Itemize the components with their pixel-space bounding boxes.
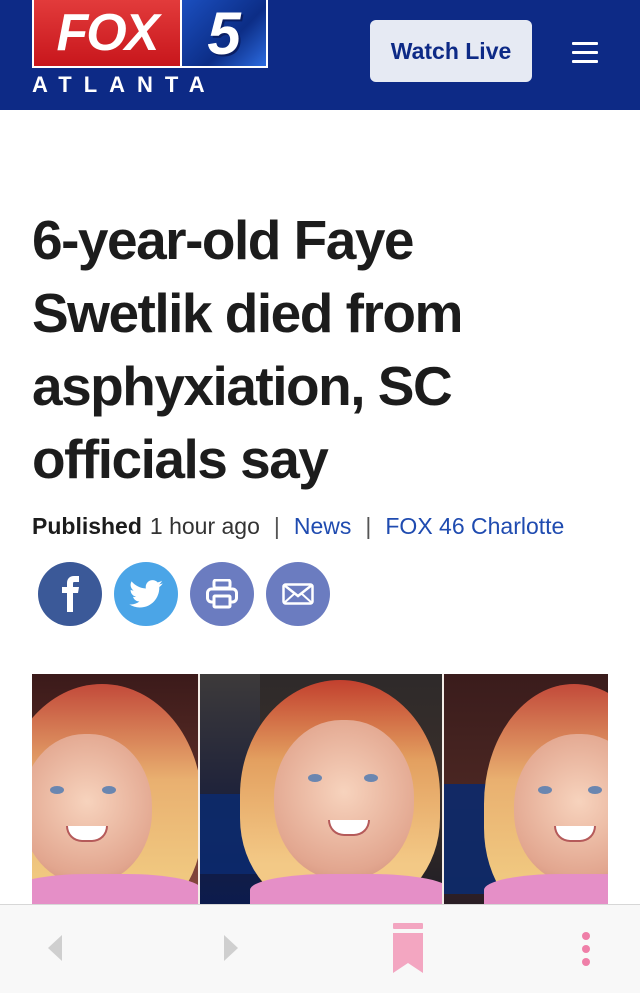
- photo-panel-right: [444, 674, 608, 904]
- logo-city-text: ATLANTA: [32, 72, 217, 97]
- twitter-icon: [129, 580, 163, 608]
- print-share-button[interactable]: [190, 562, 254, 626]
- facebook-icon: [62, 576, 79, 612]
- logo-brand-text: FOX: [56, 4, 160, 62]
- photo-panel-left: [32, 674, 200, 904]
- article-photo[interactable]: [32, 674, 608, 904]
- published-label: Published: [32, 512, 142, 539]
- email-share-button[interactable]: [266, 562, 330, 626]
- facebook-share-button[interactable]: [38, 562, 102, 626]
- article-headline: 6-year-old Faye Swetlik died from asphyx…: [32, 209, 463, 490]
- byline-separator: |: [365, 512, 372, 539]
- print-icon: [206, 579, 238, 609]
- logo-channel-number: 5: [207, 0, 241, 67]
- email-icon: [282, 583, 314, 605]
- source-link[interactable]: FOX 46 Charlotte: [385, 513, 564, 540]
- logo-channel-block: 5: [182, 0, 268, 68]
- bookmark-icon[interactable]: [391, 923, 425, 980]
- watch-live-button[interactable]: Watch Live: [370, 20, 532, 82]
- back-arrow-icon[interactable]: [44, 933, 64, 968]
- bottom-toolbar: [0, 904, 640, 993]
- photo-panel-center: [200, 674, 444, 904]
- published-time: 1 hour ago: [149, 512, 260, 539]
- twitter-share-button[interactable]: [114, 562, 178, 626]
- more-options-icon[interactable]: [578, 931, 594, 972]
- article-byline: Published 1 hour ago | News | FOX 46 Cha…: [32, 511, 632, 541]
- byline-separator: |: [273, 512, 280, 539]
- site-header: FOX 5 ATLANTA Watch Live: [0, 0, 640, 110]
- fox5-atlanta-logo[interactable]: FOX 5 ATLANTA: [32, 0, 272, 100]
- share-buttons: [38, 562, 330, 626]
- hamburger-menu-icon[interactable]: [572, 40, 600, 64]
- forward-arrow-icon[interactable]: [222, 933, 242, 968]
- logo-fox-block: FOX: [32, 0, 182, 68]
- category-link[interactable]: News: [294, 513, 352, 540]
